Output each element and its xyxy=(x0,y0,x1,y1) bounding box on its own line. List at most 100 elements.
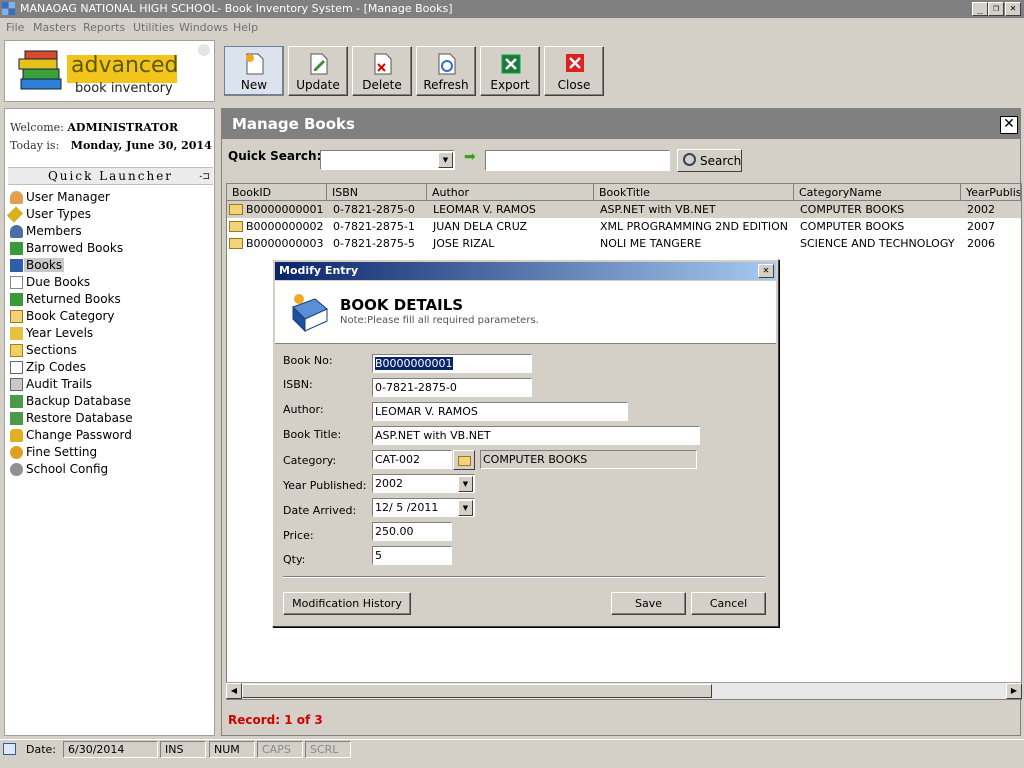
pin-icon[interactable]: -⊐ xyxy=(199,169,210,185)
dialog-close-icon[interactable]: ✕ xyxy=(758,264,774,278)
today-value: Monday, June 30, 2014 xyxy=(70,139,212,152)
year-published-select[interactable]: 2002 ▼ xyxy=(372,474,475,493)
sidebar-item-due-books[interactable]: Due Books xyxy=(9,274,209,291)
sidebar-item-school-config[interactable]: School Config xyxy=(9,461,209,478)
update-button[interactable]: Update xyxy=(288,46,348,96)
close-window-button[interactable]: ✕ xyxy=(1005,2,1021,16)
sidebar-item-zip-codes[interactable]: Zip Codes xyxy=(9,359,209,376)
menu-bar: File Masters Reports Utilities Windows H… xyxy=(0,18,1024,38)
quick-search-input[interactable] xyxy=(485,150,670,171)
chevron-down-icon[interactable]: ▼ xyxy=(458,500,473,516)
modification-history-button[interactable]: Modification History xyxy=(283,592,411,615)
refresh-icon xyxy=(438,53,456,75)
logo-title: advanced xyxy=(71,53,179,78)
category-browse-button[interactable] xyxy=(453,450,475,470)
sidebar-item-restore-database[interactable]: Restore Database xyxy=(9,410,209,427)
qty-input[interactable]: 5 xyxy=(372,546,452,565)
restore-button[interactable]: ❐ xyxy=(988,2,1004,16)
chevron-down-icon[interactable]: ▼ xyxy=(458,476,473,492)
panel-title: Manage Books xyxy=(232,115,355,133)
isbn-input[interactable]: 0-7821-2875-0 xyxy=(372,378,532,397)
sidebar-item-returned-books[interactable]: Returned Books xyxy=(9,291,209,308)
record-counter: Record: 1 of 3 xyxy=(228,713,323,727)
return-icon xyxy=(10,293,23,306)
sidebar-item-backup-database[interactable]: Backup Database xyxy=(9,393,209,410)
price-input[interactable]: 250.00 xyxy=(372,522,452,541)
status-ins: INS xyxy=(160,741,206,758)
horizontal-scrollbar[interactable]: ◀ ▶ xyxy=(226,682,1022,699)
folder-icon xyxy=(229,204,243,215)
search-button[interactable]: Search xyxy=(677,149,742,172)
sidebar-item-book-category[interactable]: Book Category xyxy=(9,308,209,325)
category-code-input[interactable]: CAT-002 xyxy=(372,450,452,469)
sidebar-item-members[interactable]: Members xyxy=(9,223,209,240)
column-header-yearpublish[interactable]: YearPublish xyxy=(961,184,1021,201)
save-button[interactable]: Save xyxy=(611,592,686,615)
scroll-right-icon[interactable]: ▶ xyxy=(1006,683,1022,699)
column-header-bookid[interactable]: BookID xyxy=(227,184,327,201)
book-no-input[interactable]: B0000000001 xyxy=(372,354,532,373)
folder-icon xyxy=(229,221,243,232)
dialog-banner: BOOK DETAILS Note:Please fill all requir… xyxy=(275,281,776,344)
price-label: Price: xyxy=(283,529,314,542)
new-button[interactable]: New xyxy=(224,46,284,96)
book-no-label: Book No: xyxy=(283,354,333,367)
menu-file[interactable]: File xyxy=(6,21,24,34)
today-text: Today is: Monday, June 30, 2014 xyxy=(10,139,212,152)
sidebar-item-books[interactable]: Books xyxy=(9,257,209,274)
menu-help[interactable]: Help xyxy=(233,21,258,34)
sidebar-item-year-levels[interactable]: Year Levels xyxy=(9,325,209,342)
table-row[interactable]: B0000000003 0-7821-2875-5 JOSE RIZAL NOL… xyxy=(227,235,1021,252)
chevron-down-icon[interactable]: ▼ xyxy=(438,152,453,168)
refresh-button[interactable]: Refresh xyxy=(416,46,476,96)
date-arrived-picker[interactable]: 12/ 5 /2011 ▼ xyxy=(372,498,475,517)
menu-utilities[interactable]: Utilities xyxy=(133,21,174,34)
gear-icon xyxy=(10,463,23,476)
book-icon xyxy=(10,259,23,272)
book-icon xyxy=(292,294,328,333)
title-bar: MANAOAG NATIONAL HIGH SCHOOL- Book Inven… xyxy=(0,0,1024,18)
year-published-label: Year Published: xyxy=(283,479,367,492)
welcome-text: Welcome: ADMINISTRATOR xyxy=(10,121,179,134)
table-row[interactable]: B0000000002 0-7821-2875-1 JUAN DELA CRUZ… xyxy=(227,218,1021,235)
column-header-isbn[interactable]: ISBN xyxy=(327,184,427,201)
panel-close-icon[interactable]: ✕ xyxy=(1000,116,1018,134)
menu-reports[interactable]: Reports xyxy=(83,21,125,34)
menu-windows[interactable]: Windows xyxy=(179,21,228,34)
export-button[interactable]: Export xyxy=(480,46,540,96)
quick-search-field-select[interactable]: ▼ xyxy=(320,150,455,170)
logo-subtitle: book inventory xyxy=(75,81,173,96)
column-header-booktitle[interactable]: BookTitle xyxy=(594,184,794,201)
isbn-label: ISBN: xyxy=(283,378,313,391)
status-num: NUM xyxy=(209,741,255,758)
sidebar-item-sections[interactable]: Sections xyxy=(9,342,209,359)
scroll-left-icon[interactable]: ◀ xyxy=(226,683,242,699)
quick-launcher-header: Quick Launcher -⊐ xyxy=(8,167,213,185)
category-label: Category: xyxy=(283,454,337,467)
delete-button[interactable]: Delete xyxy=(352,46,412,96)
author-input[interactable]: LEOMAR V. RAMOS xyxy=(372,402,628,421)
panel-header: Manage Books ✕ xyxy=(222,109,1020,139)
category-name-field: COMPUTER BOOKS xyxy=(480,450,697,469)
minimize-button[interactable]: _ xyxy=(972,2,988,16)
sidebar-item-user-types[interactable]: User Types xyxy=(6,206,209,223)
scroll-thumb[interactable] xyxy=(242,684,712,698)
table-row[interactable]: B0000000001 0-7821-2875-0 LEOMAR V. RAMO… xyxy=(227,201,1021,218)
welcome-user: ADMINISTRATOR xyxy=(67,121,179,134)
sidebar-item-user-manager[interactable]: User Manager xyxy=(9,189,209,206)
sidebar-item-change-password[interactable]: Change Password xyxy=(9,427,209,444)
sidebar-item-barrowed-books[interactable]: Barrowed Books xyxy=(9,240,209,257)
backup-icon xyxy=(10,395,23,408)
dialog-note: Note:Please fill all required parameters… xyxy=(340,315,539,326)
close-button[interactable]: Close xyxy=(544,46,604,96)
sidebar-item-audit-trails[interactable]: Audit Trails xyxy=(9,376,209,393)
book-title-input[interactable]: ASP.NET with VB.NET xyxy=(372,426,700,445)
borrow-icon xyxy=(10,242,23,255)
column-header-categoryname[interactable]: CategoryName xyxy=(794,184,961,201)
sidebar-item-fine-setting[interactable]: Fine Setting xyxy=(9,444,209,461)
book-title-label: Book Title: xyxy=(283,428,342,441)
column-header-author[interactable]: Author xyxy=(427,184,594,201)
cancel-button[interactable]: Cancel xyxy=(691,592,766,615)
menu-masters[interactable]: Masters xyxy=(33,21,76,34)
books-stack-icon xyxy=(18,50,62,90)
